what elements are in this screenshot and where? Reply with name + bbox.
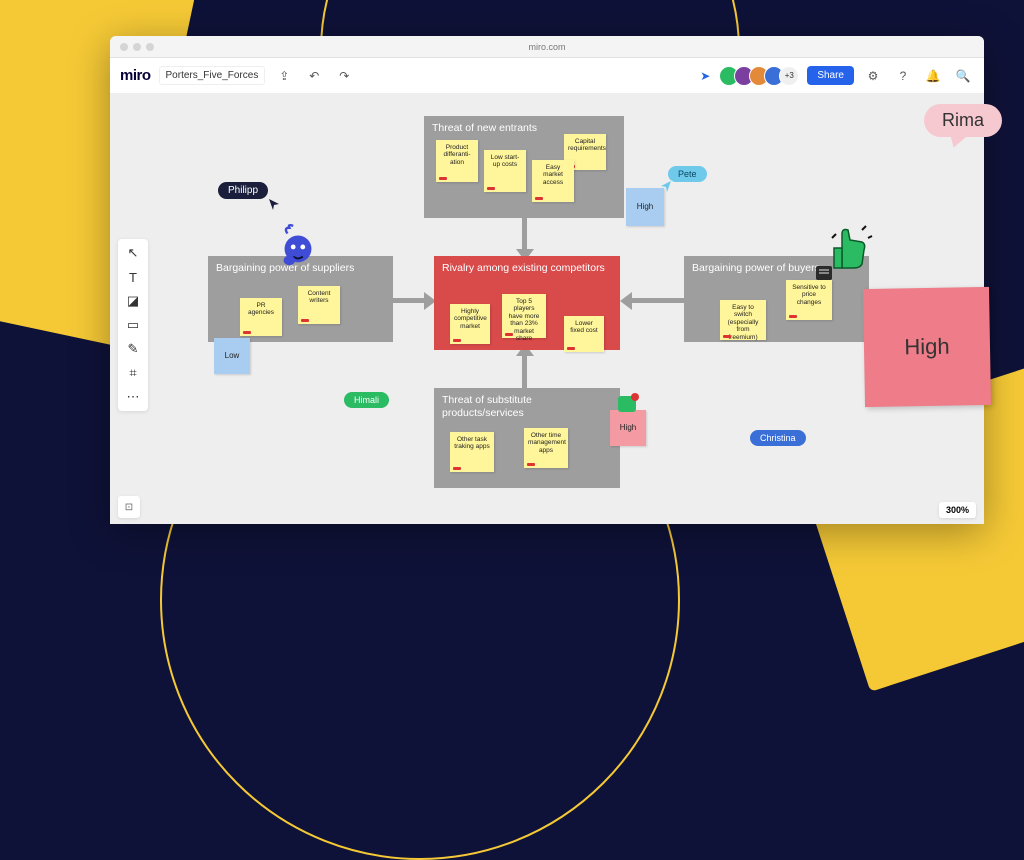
text-tool-icon[interactable]: T [125,269,141,285]
sticky-note[interactable]: Low start-up costs [484,150,526,192]
cursor-arrow-icon [268,198,282,212]
sticky-text: Low start-up costs [491,154,520,168]
help-icon[interactable]: ? [892,65,914,87]
search-icon[interactable]: 🔍 [952,65,974,87]
select-tool-icon[interactable]: ↖ [125,245,141,261]
canvas[interactable]: Threat of new entrants Product differant… [110,94,984,524]
mac-chrome-bar: miro.com [110,36,984,58]
window-dots [120,43,154,51]
frame-title: Rivalry among existing competitors [442,262,612,275]
zoom-level[interactable]: 300% [939,502,976,518]
sticky-text: High [620,423,636,432]
user-cursor-christina: Christina [750,430,806,446]
miro-logo[interactable]: miro [120,67,151,84]
avatar-overflow[interactable]: +3 [779,66,799,86]
sticky-note[interactable]: Highly competitive market [450,304,490,344]
rating-sticky[interactable]: High [626,188,664,226]
rating-sticky[interactable]: Low [214,338,250,374]
top-toolbar: miro Porters_Five_Forces ⇪ ↶ ↷ ➤ +3 Shar… [110,58,984,94]
share-button[interactable]: Share [807,66,854,85]
export-icon[interactable]: ⇪ [273,65,295,87]
sticky-note[interactable]: Other task traking apps [450,432,494,472]
arrow-bottom [522,354,527,388]
shape-tool-icon[interactable]: ▭ [125,317,141,333]
frame-title: Threat of substitute products/services [442,394,612,419]
user-name: Philipp [228,185,258,196]
sticky-text: PR agencies [248,302,274,316]
sticky-note[interactable]: Lower fixed cost [564,316,604,352]
sticky-text: Other task traking apps [454,436,489,450]
undo-icon[interactable]: ↶ [303,65,325,87]
user-name: Himali [354,395,379,405]
arrow-head-right [620,292,632,310]
sticky-note[interactable]: Top 5 players have more than 23% market … [502,294,546,338]
pen-tool-icon[interactable]: ✎ [125,341,141,357]
sticky-tool-icon[interactable]: ◪ [125,293,141,309]
sticky-note[interactable]: PR agencies [240,298,282,336]
sticky-text: Other time management apps [528,432,566,454]
minimap-toggle-icon[interactable]: ⊡ [118,496,140,518]
address-url: miro.com [528,42,565,52]
left-toolbox: ↖ T ◪ ▭ ✎ ⌗ ⋯ [118,239,148,411]
thinking-face-sticker[interactable] [274,222,322,270]
bell-icon[interactable]: 🔔 [922,65,944,87]
more-tools-icon[interactable]: ⋯ [125,389,141,405]
sticky-note[interactable]: Easy market access [532,160,574,202]
user-name: Pete [678,169,697,179]
dot-minimize[interactable] [133,43,141,51]
arrow-left [392,298,426,303]
user-cursor-philipp: Philipp [218,182,268,199]
sticky-note[interactable]: Other time management apps [524,428,568,468]
arrow-top [522,217,527,251]
sticky-text: Product differanti-ation [444,144,471,166]
sticky-text: Top 5 players have more than 23% market … [509,298,540,342]
cursor-arrow-icon [660,180,672,192]
user-cursor-himali: Himali [344,392,389,408]
settings-sliders-icon[interactable]: ⚙ [862,65,884,87]
frame-title: Threat of new entrants [432,122,616,135]
thumbs-up-sticker[interactable] [824,224,874,274]
rating-sticky-big[interactable]: High [863,287,991,407]
sticky-text: Capital requirements [568,138,606,152]
rating-sticky[interactable]: High [610,410,646,446]
dot-zoom[interactable] [146,43,154,51]
arrow-right [630,298,684,303]
sticky-text: Lower fixed cost [570,320,597,334]
frame-tool-icon[interactable]: ⌗ [125,365,141,381]
sticky-text: Low [225,351,240,360]
board-name[interactable]: Porters_Five_Forces [159,66,266,85]
sticky-text: Highly competitive market [454,308,487,330]
sticky-text: Easy market access [543,164,563,186]
sticky-text: High [904,334,950,361]
app-window: miro.com miro Porters_Five_Forces ⇪ ↶ ↷ … [110,36,984,524]
sticky-text: High [637,202,653,211]
dot-close[interactable] [120,43,128,51]
cursor-mode-icon[interactable]: ➤ [694,65,716,87]
sticky-note[interactable]: Content writers [298,286,340,324]
sticky-note[interactable]: Sensitive to price changes [786,280,832,320]
sticky-note[interactable]: Product differanti-ation [436,140,478,182]
sticky-text: Content writers [308,290,331,304]
user-name: Christina [760,433,796,443]
user-cursor-pete: Pete [668,166,707,182]
sticky-note[interactable]: Easy to switch (especially from freemium… [720,300,766,340]
redo-icon[interactable]: ↷ [333,65,355,87]
comment-badge-icon[interactable] [618,396,636,412]
user-cursor-rima: Rima [924,104,1002,137]
sticky-text: Sensitive to price changes [792,284,826,306]
user-name: Rima [942,110,984,130]
sticky-text: Easy to switch (especially from freemium… [728,304,759,341]
presence-avatars[interactable]: +3 [724,66,799,86]
